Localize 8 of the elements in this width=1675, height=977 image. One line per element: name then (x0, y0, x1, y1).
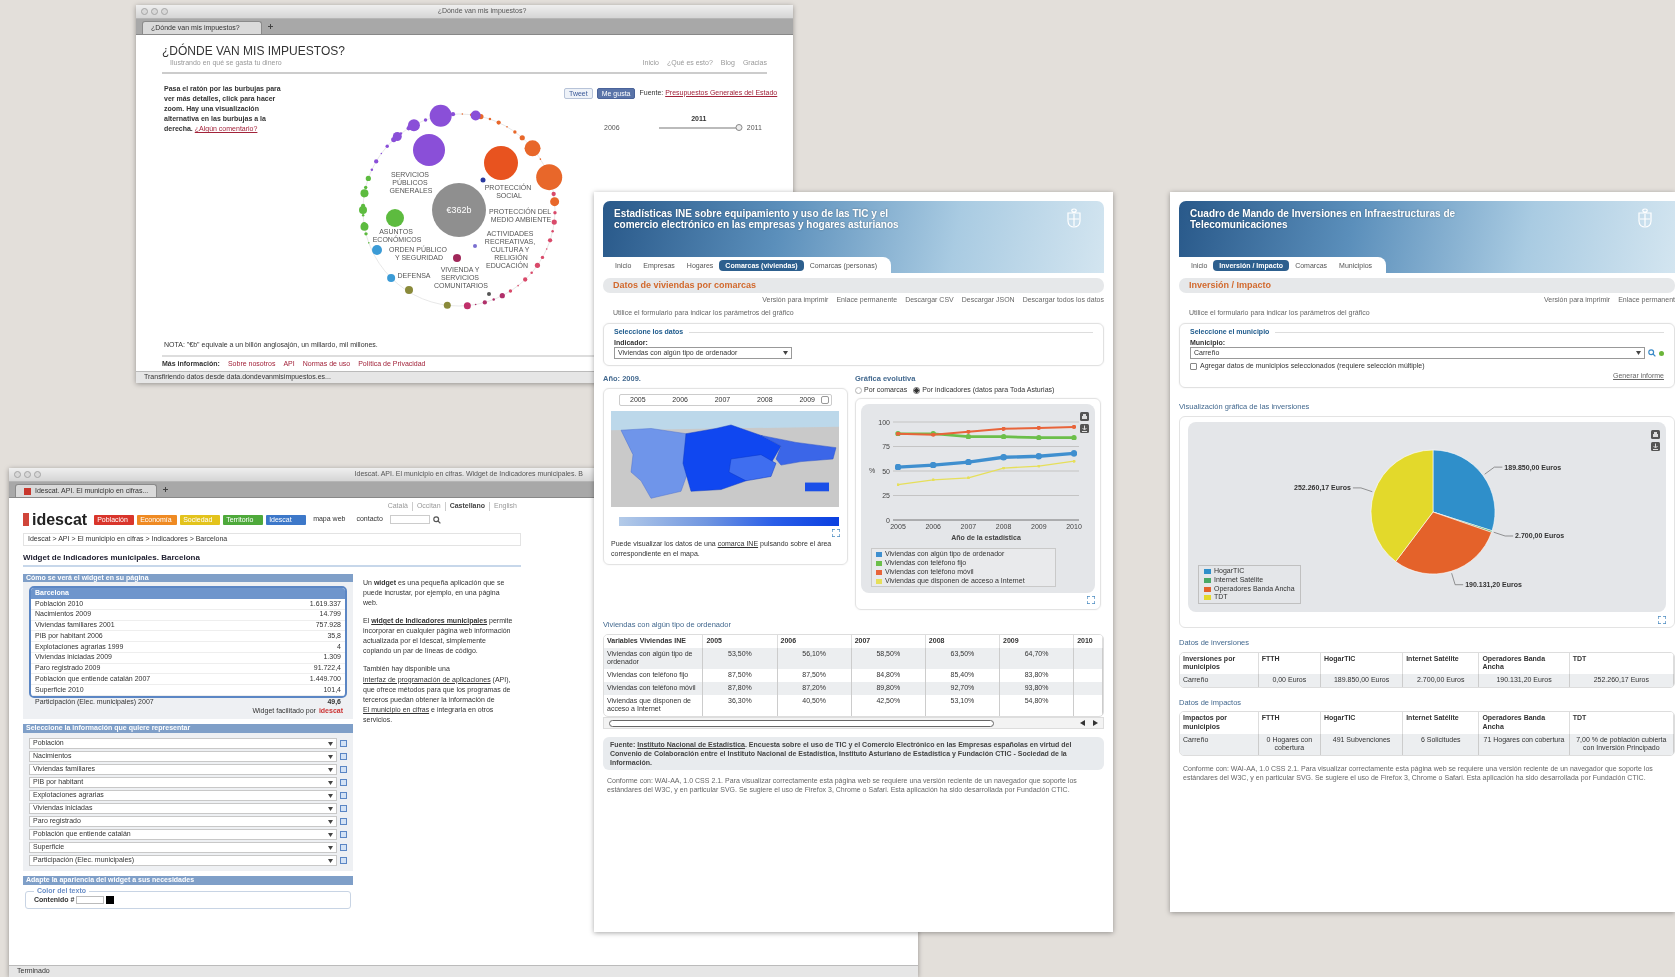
section-heading: Inversión / Impacto (1179, 278, 1675, 294)
section-heading: Datos de viviendas por comarcas (603, 278, 1104, 294)
total-label: €362b (446, 204, 472, 215)
page-heading: Widget de Indicadores municipales. Barcelona (23, 552, 521, 567)
banner-title: Estadísticas INE sobre equipamiento y uso de las TIC y el comercio electrónico en las empresas y hogares asturianos (614, 208, 900, 231)
banner-title: Cuadro de Mando de Inversiones en Infraestructuras de Telecomunicaciones (1190, 208, 1457, 231)
logo-text: idescat (32, 511, 88, 528)
site-title: ¿DÓNDE VAN MIS IMPUESTOS? (162, 44, 345, 59)
